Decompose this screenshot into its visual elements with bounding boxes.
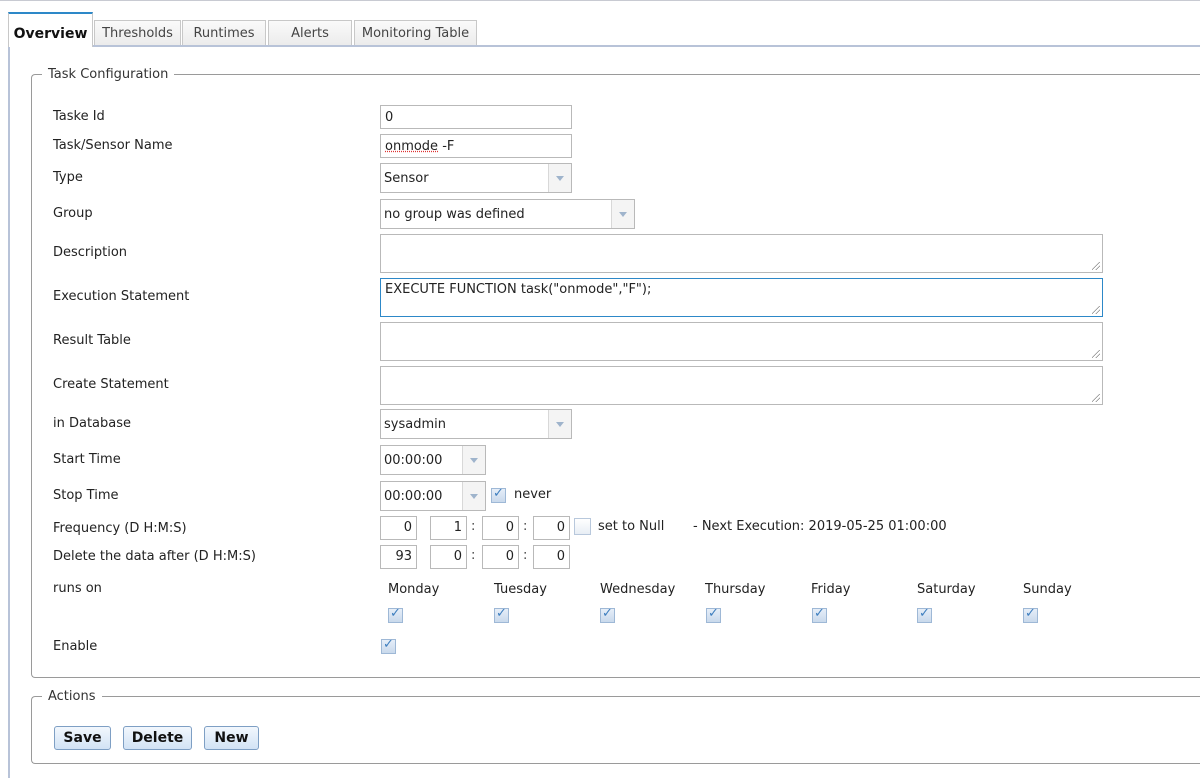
chevron-down-icon[interactable]	[548, 164, 571, 192]
label-result-table: Result Table	[53, 333, 131, 348]
saturday-checkbox[interactable]	[917, 606, 932, 623]
day-label-thursday: Thursday	[705, 582, 766, 597]
chevron-down-icon[interactable]	[611, 200, 634, 228]
day-label-sunday: Sunday	[1023, 582, 1072, 597]
label-database: in Database	[53, 416, 132, 431]
label-task-name: Task/Sensor Name	[53, 138, 173, 153]
task-name-input[interactable]: onmode -F	[380, 134, 572, 158]
top-border	[0, 0, 1200, 1]
resize-grip-icon[interactable]	[1092, 306, 1100, 314]
actions-legend: Actions	[48, 689, 96, 704]
start-time-value: 00:00:00	[384, 452, 443, 468]
execution-statement-textarea[interactable]: EXECUTE FUNCTION task("onmode","F");	[380, 278, 1103, 317]
day-label-wednesday: Wednesday	[600, 582, 676, 597]
group-select[interactable]: no group was defined	[380, 199, 635, 229]
next-execution-text: - Next Execution: 2019-05-25 01:00:00	[693, 519, 947, 534]
type-selected-value: Sensor	[384, 170, 429, 186]
database-selected-value: sysadmin	[384, 416, 446, 432]
friday-checkbox[interactable]	[812, 606, 827, 623]
tab-alerts[interactable]: Alerts	[268, 20, 352, 46]
frequency-seconds-input[interactable]: 0	[533, 516, 570, 540]
label-execution-statement: Execution Statement	[53, 289, 190, 304]
start-time-select[interactable]: 00:00:00	[380, 445, 486, 475]
resize-grip-icon[interactable]	[1092, 262, 1100, 270]
wednesday-checkbox[interactable]	[600, 606, 615, 623]
label-start-time: Start Time	[53, 452, 121, 467]
tab-thresholds[interactable]: Thresholds	[94, 20, 181, 46]
delete-after-minutes-input[interactable]: 0	[482, 545, 519, 569]
tab-overview[interactable]: Overview	[8, 12, 93, 47]
never-label: never	[514, 487, 552, 502]
chevron-down-icon[interactable]	[548, 410, 571, 438]
create-statement-textarea[interactable]	[380, 366, 1103, 405]
set-to-null-checkbox[interactable]	[574, 518, 591, 535]
label-stop-time: Stop Time	[53, 488, 119, 503]
frequency-days-input[interactable]: 0	[380, 516, 417, 540]
day-label-friday: Friday	[811, 582, 851, 597]
task-name-value-rest: -F	[438, 138, 455, 154]
task-id-input[interactable]: 0	[380, 105, 572, 129]
description-textarea[interactable]	[380, 234, 1103, 273]
resize-grip-icon[interactable]	[1092, 350, 1100, 358]
label-create-statement: Create Statement	[53, 377, 169, 392]
tab-runtimes[interactable]: Runtimes	[182, 20, 266, 46]
tuesday-checkbox[interactable]	[494, 606, 509, 623]
label-group: Group	[53, 206, 93, 221]
delete-after-hours-input[interactable]: 0	[430, 545, 467, 569]
task-id-value: 0	[385, 109, 394, 125]
database-select[interactable]: sysadmin	[380, 409, 572, 439]
delete-after-seconds-input[interactable]: 0	[533, 545, 570, 569]
time-separator: :	[523, 519, 528, 534]
day-label-monday: Monday	[388, 582, 440, 597]
label-task-id: Taske Id	[53, 109, 105, 124]
resize-grip-icon[interactable]	[1092, 394, 1100, 402]
monday-checkbox[interactable]	[388, 606, 403, 623]
day-label-saturday: Saturday	[917, 582, 976, 597]
label-enable: Enable	[53, 639, 98, 654]
thursday-checkbox[interactable]	[706, 606, 721, 623]
day-label-tuesday: Tuesday	[494, 582, 547, 597]
frequency-minutes-input[interactable]: 0	[482, 516, 519, 540]
frequency-hours-input[interactable]: 1	[430, 516, 467, 540]
stop-time-value: 00:00:00	[384, 488, 443, 504]
time-separator: :	[523, 548, 528, 563]
group-selected-value: no group was defined	[384, 206, 525, 222]
label-runs-on: runs on	[53, 581, 102, 596]
sunday-checkbox[interactable]	[1023, 606, 1038, 623]
task-name-value-word: onmode	[385, 138, 439, 154]
set-to-null-label: set to Null	[598, 519, 665, 534]
new-button[interactable]: New	[204, 726, 259, 750]
result-table-textarea[interactable]	[380, 322, 1103, 361]
never-checkbox[interactable]	[491, 486, 506, 503]
chevron-down-icon[interactable]	[462, 482, 485, 510]
chevron-down-icon[interactable]	[462, 446, 485, 474]
label-frequency: Frequency (D H:M:S)	[53, 521, 187, 536]
save-button[interactable]: Save	[54, 726, 111, 750]
time-separator: :	[471, 548, 476, 563]
enable-checkbox[interactable]	[381, 637, 396, 654]
type-select[interactable]: Sensor	[380, 163, 572, 193]
delete-button[interactable]: Delete	[123, 726, 192, 750]
tab-monitoring-table[interactable]: Monitoring Table	[354, 20, 477, 46]
delete-after-days-input[interactable]: 93	[380, 545, 417, 569]
label-delete-after: Delete the data after (D H:M:S)	[53, 549, 256, 564]
label-description: Description	[53, 245, 128, 260]
time-separator: :	[471, 519, 476, 534]
execution-statement-value: EXECUTE FUNCTION task("onmode","F");	[385, 282, 652, 297]
task-configuration-legend: Task Configuration	[48, 67, 169, 82]
label-type: Type	[53, 170, 83, 185]
stop-time-select[interactable]: 00:00:00	[380, 481, 486, 511]
